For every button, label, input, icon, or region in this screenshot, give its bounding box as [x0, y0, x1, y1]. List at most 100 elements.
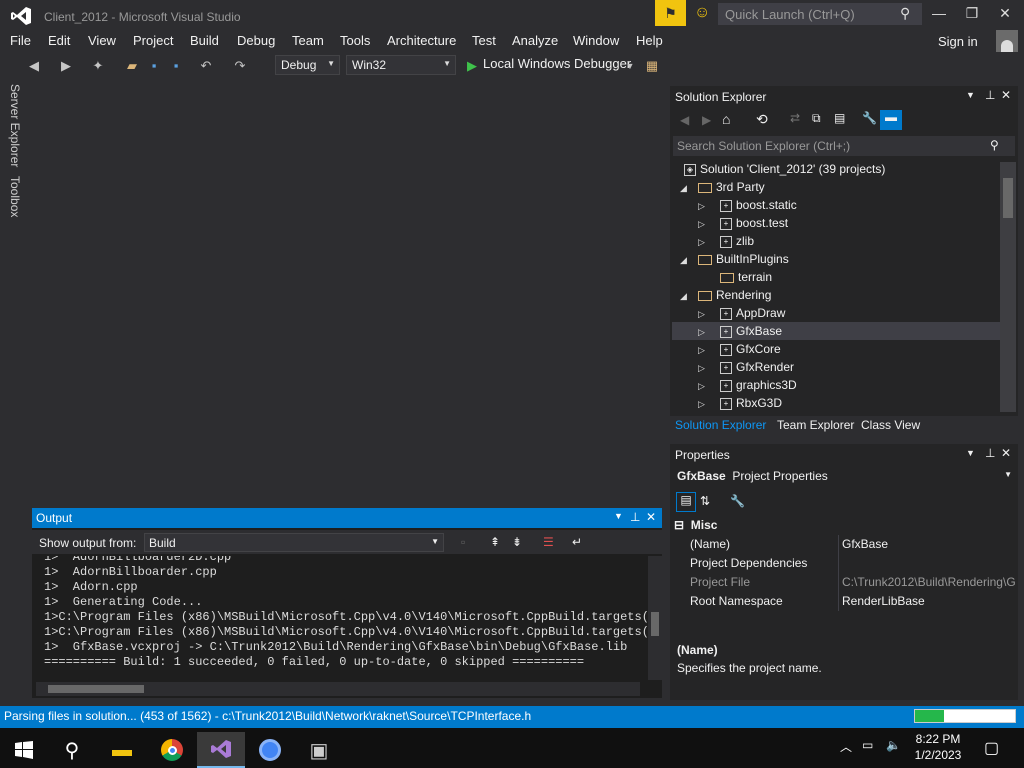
- word-wrap-icon[interactable]: ↵: [572, 535, 582, 549]
- menu-build[interactable]: Build: [190, 33, 219, 48]
- menu-debug[interactable]: Debug: [237, 33, 275, 48]
- forward-icon[interactable]: ▶: [702, 113, 711, 127]
- sign-in-link[interactable]: Sign in: [938, 34, 978, 49]
- new-project-icon[interactable]: ✦: [90, 58, 106, 74]
- close-icon[interactable]: ✕: [1001, 88, 1011, 102]
- tab-toolbox[interactable]: Toolbox: [8, 176, 22, 217]
- collapsed-icon[interactable]: ▷: [698, 233, 710, 251]
- chrome-alt-icon[interactable]: [246, 732, 294, 768]
- redo-icon[interactable]: ↷: [232, 58, 248, 74]
- tree-item-graphics3d[interactable]: ▷ + graphics3D: [698, 376, 1024, 394]
- visual-studio-taskbar-icon[interactable]: [197, 732, 245, 768]
- forward-icon[interactable]: ▶: [58, 58, 74, 74]
- notifications-icon[interactable]: ▢: [984, 738, 999, 758]
- tab-server-explorer[interactable]: Server Explorer: [8, 84, 22, 167]
- find-message-icon[interactable]: ▫: [461, 535, 465, 549]
- menu-project[interactable]: Project: [133, 33, 173, 48]
- expanded-icon[interactable]: ◢: [680, 287, 692, 305]
- history-icon[interactable]: ⟲: [756, 111, 768, 128]
- menu-test[interactable]: Test: [472, 33, 496, 48]
- collapse-icon[interactable]: ⊟: [674, 518, 684, 532]
- output-horizontal-scrollbar[interactable]: [36, 682, 640, 696]
- tab-solution-explorer[interactable]: Solution Explorer: [675, 418, 766, 432]
- menu-edit[interactable]: Edit: [48, 33, 70, 48]
- output-source-dropdown[interactable]: Build ▼: [144, 533, 444, 552]
- configuration-dropdown[interactable]: Debug ▼: [275, 55, 340, 75]
- notification-flag-icon[interactable]: ⚑: [655, 0, 686, 26]
- platform-dropdown[interactable]: Win32 ▼: [346, 55, 456, 75]
- clear-all-icon[interactable]: ☰: [543, 535, 554, 549]
- feedback-smiley-icon[interactable]: ☺: [694, 4, 712, 22]
- property-pages-wrench-icon[interactable]: 🔧: [730, 494, 745, 508]
- search-icon[interactable]: ⚲: [990, 138, 999, 152]
- menu-analyze[interactable]: Analyze: [512, 33, 558, 48]
- pin-icon[interactable]: ⊥: [630, 510, 640, 524]
- expanded-icon[interactable]: ◢: [680, 179, 692, 197]
- chevron-up-icon[interactable]: ︿: [840, 738, 852, 755]
- restore-button[interactable]: ❐: [957, 5, 987, 25]
- back-icon[interactable]: ◀: [26, 58, 42, 74]
- menu-help[interactable]: Help: [636, 33, 663, 48]
- menu-view[interactable]: View: [88, 33, 116, 48]
- menu-tools[interactable]: Tools: [340, 33, 370, 48]
- save-icon[interactable]: ▪: [146, 58, 162, 74]
- open-file-icon[interactable]: ▰: [124, 58, 140, 74]
- go-to-previous-icon[interactable]: ⇞: [490, 535, 500, 549]
- tab-team-explorer[interactable]: Team Explorer: [777, 418, 854, 432]
- tree-item-gfxbase[interactable]: ▷ + GfxBase: [672, 322, 1000, 340]
- collapsed-icon[interactable]: ▷: [698, 305, 710, 323]
- collapsed-icon[interactable]: ▷: [698, 215, 710, 233]
- tree-item-boost-static[interactable]: ▷ + boost.static: [698, 196, 1024, 214]
- collapse-all-icon[interactable]: ⧉: [812, 111, 821, 126]
- collapsed-icon[interactable]: ▷: [698, 377, 710, 395]
- sync-icon[interactable]: ⇄: [790, 111, 800, 125]
- search-icon[interactable]: ⚲: [900, 5, 910, 22]
- menu-window[interactable]: Window: [573, 33, 619, 48]
- tree-item-gfxcore[interactable]: ▷ + GfxCore: [698, 340, 1024, 358]
- go-to-next-icon[interactable]: ⇟: [512, 535, 522, 549]
- collapsed-icon[interactable]: ▷: [698, 323, 710, 341]
- menu-team[interactable]: Team: [292, 33, 324, 48]
- collapsed-icon[interactable]: ▷: [698, 359, 710, 377]
- windows-start-icon[interactable]: [0, 732, 48, 768]
- preview-icon[interactable]: ▬: [880, 110, 902, 130]
- categorized-icon[interactable]: ▤: [676, 492, 696, 512]
- attach-icon[interactable]: ▦: [644, 58, 660, 74]
- chevron-down-icon[interactable]: ▼: [614, 511, 623, 521]
- pin-icon[interactable]: ⊥: [985, 88, 995, 102]
- close-icon[interactable]: ✕: [646, 510, 656, 524]
- start-debug-icon[interactable]: ▶: [464, 58, 480, 74]
- alphabetical-icon[interactable]: ⇅: [700, 494, 710, 508]
- solution-explorer-search-input[interactable]: Search Solution Explorer (Ctrl+;): [673, 136, 1015, 156]
- collapsed-icon[interactable]: ▷: [698, 197, 710, 215]
- tree-item-boost-test[interactable]: ▷ + boost.test: [698, 214, 1024, 232]
- file-explorer-icon[interactable]: ▬: [98, 732, 146, 768]
- back-icon[interactable]: ◀: [680, 113, 689, 127]
- property-value[interactable]: GfxBase: [842, 535, 888, 553]
- minimize-button[interactable]: —: [924, 5, 954, 25]
- scrollbar-thumb[interactable]: [651, 612, 659, 636]
- quick-launch-input[interactable]: Quick Launch (Ctrl+Q): [718, 3, 922, 25]
- scrollbar-thumb[interactable]: [1003, 178, 1013, 218]
- tree-item-builtinplugins[interactable]: ◢ BuiltInPlugins: [680, 250, 1008, 268]
- collapsed-icon[interactable]: ▷: [698, 341, 710, 359]
- chevron-down-icon[interactable]: ▼: [966, 90, 975, 100]
- tree-item-terrain[interactable]: terrain: [720, 268, 1024, 286]
- tree-item-3rd-party[interactable]: ◢ 3rd Party: [680, 178, 1008, 196]
- tree-item-rendering[interactable]: ◢ Rendering: [680, 286, 1008, 304]
- scrollbar-thumb[interactable]: [48, 685, 144, 693]
- output-vertical-scrollbar[interactable]: [648, 556, 662, 680]
- property-value[interactable]: C:\Trunk2012\Build\Rendering\G: [842, 573, 1016, 591]
- output-text[interactable]: 1> AdornBillboarder2D.cpp 1> AdornBillboa…: [44, 556, 648, 674]
- chrome-icon[interactable]: [148, 732, 196, 768]
- properties-wrench-icon[interactable]: 🔧: [862, 111, 877, 125]
- tree-item-gfxrender[interactable]: ▷ + GfxRender: [698, 358, 1024, 376]
- pin-icon[interactable]: ⊥: [985, 446, 995, 460]
- tree-item-appdraw[interactable]: ▷ + AppDraw: [698, 304, 1024, 322]
- start-debugger-button[interactable]: Local Windows Debugger: [483, 56, 631, 71]
- save-all-icon[interactable]: ▪: [168, 58, 184, 74]
- property-value[interactable]: RenderLibBase: [842, 592, 925, 610]
- volume-icon[interactable]: 🔈: [886, 738, 901, 752]
- show-all-files-icon[interactable]: ▤: [834, 111, 845, 125]
- avatar-icon[interactable]: [996, 30, 1018, 52]
